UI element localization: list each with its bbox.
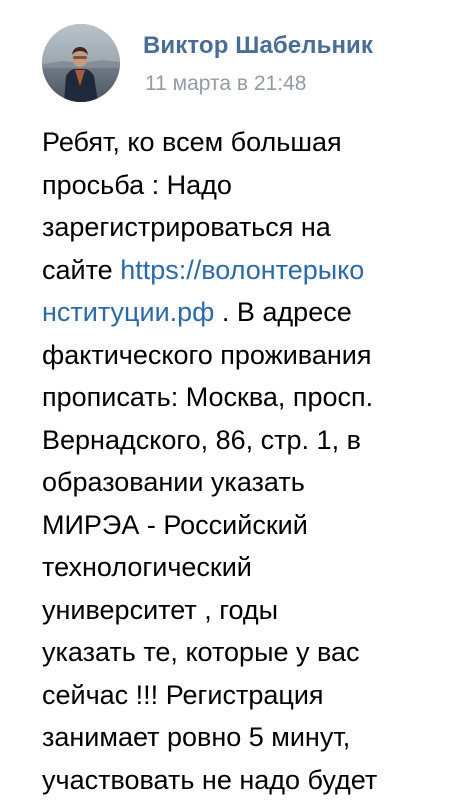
post-text: Ребят, ко всем большая просьба : Надо заре…	[42, 121, 457, 801]
post-date[interactable]: 11 марта в 21:48	[145, 72, 306, 96]
post-header: Виктор Шабельник 11 марта в 21:48	[42, 24, 452, 104]
post-text-line: участвовать не надо будет	[42, 759, 457, 801]
post-text-line: прописать: Москва, просп.	[42, 376, 457, 419]
post-text-segment: университет , годы	[42, 594, 279, 625]
post-text-line: просьба : Надо	[42, 164, 457, 207]
post-text-line: образовании указать	[42, 461, 457, 504]
post-link[interactable]: нституции.рф	[42, 297, 214, 327]
post-text-segment: зарегистрироваться на	[42, 212, 331, 242]
post-link[interactable]: https://волонтерыко	[120, 255, 364, 285]
post-text-segment: Вернадского, 86, стр. 1, в	[42, 424, 361, 455]
post-text-segment: сайте	[42, 254, 121, 285]
author-avatar[interactable]	[42, 24, 120, 102]
post-text-line: университет , годы	[42, 589, 457, 632]
author-name[interactable]: Виктор Шабельник	[143, 32, 373, 60]
post-text-line: сайте https://волонтерыко	[42, 249, 457, 292]
post-text-line: Ребят, ко всем большая	[42, 121, 457, 164]
post-text-segment: МИРЭА - Российский	[42, 509, 308, 540]
post-text-segment: сейчас !!! Регистрация	[42, 679, 324, 710]
post-text-line: МИРЭА - Российский	[42, 504, 457, 547]
avatar-photo-icon	[42, 24, 120, 102]
post-text-line: Вернадского, 86, стр. 1, в	[42, 419, 457, 462]
post-text-segment: . В адресе	[214, 297, 352, 327]
post-text-line: технологический	[42, 546, 457, 589]
post-text-segment: просьба : Надо	[42, 169, 232, 200]
post-text-line: указать те, которые у вас	[42, 631, 457, 674]
wall-post: Виктор Шабельник 11 марта в 21:48 Ребят,…	[0, 0, 464, 801]
post-text-line: занимает ровно 5 минут,	[42, 716, 457, 759]
post-text-line: фактического проживания	[42, 334, 457, 377]
post-text-segment: занимает ровно 5 минут,	[42, 722, 351, 752]
post-text-line: зарегистрироваться на	[42, 206, 457, 249]
post-text-segment: образовании указать	[42, 467, 305, 497]
post-text-segment: фактического проживания	[42, 339, 372, 370]
post-text-line: сейчас !!! Регистрация	[42, 674, 457, 717]
post-text-segment: технологический	[42, 552, 252, 582]
post-text-line: нституции.рф . В адресе	[42, 291, 457, 334]
post-text-segment: Ребят, ко всем большая	[42, 127, 342, 157]
post-text-segment: прописать: Москва, просп.	[42, 382, 374, 412]
post-text-segment: участвовать не надо будет	[42, 764, 378, 795]
post-text-segment: указать те, которые у вас	[42, 637, 360, 667]
